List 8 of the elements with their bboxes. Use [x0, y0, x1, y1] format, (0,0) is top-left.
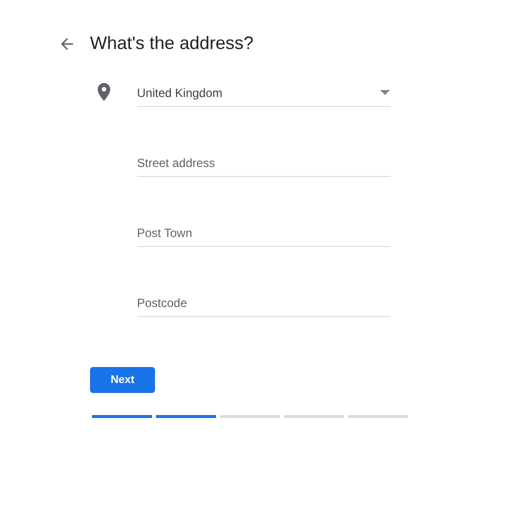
country-select[interactable]: United Kingdom	[137, 79, 391, 107]
dropdown-caret-icon	[380, 90, 390, 95]
page-title: What's the address?	[90, 32, 254, 55]
location-pin-icon	[97, 83, 111, 101]
address-field[interactable]: Postcode	[137, 289, 391, 317]
address-field[interactable]: Post Town	[137, 219, 391, 247]
address-field[interactable]: Street address	[137, 149, 391, 177]
next-button[interactable]: Next	[90, 367, 155, 394]
